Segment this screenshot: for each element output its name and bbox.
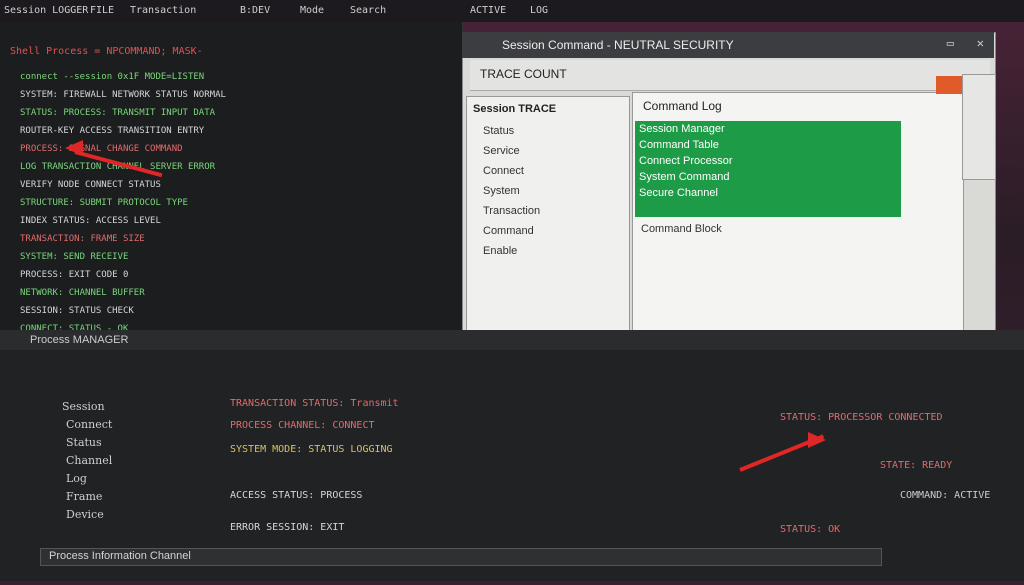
terminal-line: SESSION: STATUS CHECK (20, 306, 134, 316)
sidebar-item[interactable]: System (467, 181, 629, 201)
sidebar-item[interactable]: Enable (467, 241, 629, 261)
terminal-line: ROUTER-KEY ACCESS TRANSITION ENTRY (20, 126, 205, 136)
sidebar-item[interactable]: Command (467, 221, 629, 241)
right-window-titlebar[interactable]: Session Command - NEUTRAL SECURITY ▭ ✕ (462, 32, 994, 58)
lower-footer-bar: Process Information Channel (40, 548, 882, 566)
minimize-icon[interactable]: ▭ (947, 36, 954, 50)
menu-item[interactable]: LOG (530, 5, 548, 16)
right-col-item: STATUS: OK (780, 524, 841, 535)
right-mini-toolbar (962, 74, 996, 180)
terminal-line: PROCESS: EXIT CODE 0 (20, 270, 129, 280)
top-menu-bar: Session LOGGER FILE Transaction B:DEV Mo… (0, 0, 1024, 22)
menu-item[interactable]: Session LOGGER (4, 5, 88, 16)
row-label: Frame (66, 490, 103, 503)
menu-item[interactable]: ACTIVE (470, 5, 506, 16)
lower-header-title: Process MANAGER (30, 334, 129, 346)
menu-item[interactable]: FILE (90, 5, 114, 16)
menu-item[interactable]: Transaction (130, 5, 196, 16)
sidebar-item[interactable]: Connect (467, 161, 629, 181)
menu-item[interactable]: Mode (300, 5, 324, 16)
log-row[interactable]: ACCESS STATUS: PROCESS (230, 490, 362, 501)
terminal-line: VERIFY NODE CONNECT STATUS (20, 180, 161, 190)
list-item[interactable]: Connect Processor (639, 155, 733, 167)
selected-list-block[interactable] (635, 121, 901, 217)
list-item[interactable]: Session Manager (639, 123, 725, 135)
main-header: Command Log (643, 99, 722, 113)
lower-rows: TRANSACTION STATUS: Transmit PROCESS CHA… (230, 398, 790, 558)
terminal-window[interactable]: Shell Process = NPCOMMAND; MASK- connect… (0, 22, 463, 352)
row-label: Status (66, 436, 102, 449)
list-item[interactable]: System Command (639, 171, 729, 183)
lower-panel-header: Process MANAGER (0, 330, 1024, 350)
terminal-line: PROCESS: SIGNAL CHANGE COMMAND (20, 144, 183, 154)
terminal-line: NETWORK: CHANNEL BUFFER (20, 288, 145, 298)
lower-labels: Session Connect Status Channel Log Frame… (40, 382, 170, 527)
terminal-title: Shell Process = NPCOMMAND; MASK- (10, 46, 203, 57)
close-icon[interactable]: ✕ (977, 36, 984, 50)
lower-footer-text: Process Information Channel (49, 550, 191, 562)
annotation-arrowhead (65, 140, 83, 156)
terminal-line: connect --session 0x1F MODE=LISTEN (20, 72, 205, 82)
log-row[interactable]: PROCESS CHANNEL: CONNECT (230, 420, 375, 431)
log-row[interactable]: SYSTEM MODE: STATUS LOGGING (230, 444, 393, 455)
sidebar-item[interactable]: Service (467, 141, 629, 161)
log-row[interactable]: ERROR SESSION: EXIT (230, 522, 344, 533)
row-label: Log (66, 472, 87, 485)
right-window-sidebar: Session TRACE Status Service Connect Sys… (466, 96, 630, 354)
toolbar-subtitle: TRACE COUNT (480, 67, 567, 81)
sidebar-item[interactable]: Transaction (467, 201, 629, 221)
row-label: Channel (66, 454, 113, 467)
row-label: Connect (66, 418, 113, 431)
right-col-item: COMMAND: ACTIVE (900, 490, 991, 501)
terminal-line: TRANSACTION: FRAME SIZE (20, 234, 145, 244)
terminal-line: STRUCTURE: SUBMIT PROTOCOL TYPE (20, 198, 188, 208)
menu-item[interactable]: B:DEV (240, 5, 270, 16)
sidebar-header: Session TRACE (473, 103, 557, 115)
menu-item[interactable]: Search (350, 5, 386, 16)
terminal-line: INDEX STATUS: ACCESS LEVEL (20, 216, 161, 226)
terminal-line: STATUS: PROCESS: TRANSMIT INPUT DATA (20, 108, 216, 118)
row-label: Session (62, 400, 105, 413)
right-window-toolbar: TRACE COUNT (470, 60, 990, 91)
annotation-arrowhead (808, 432, 826, 448)
right-col-item: STATUS: PROCESSOR CONNECTED (780, 412, 943, 423)
sidebar-item[interactable]: Status (467, 121, 629, 141)
log-row[interactable]: TRANSACTION STATUS: Transmit (230, 398, 399, 409)
right-window-title: Session Command - NEUTRAL SECURITY (502, 38, 734, 52)
right-col-item: STATE: READY (880, 460, 953, 471)
red-tab-marker (936, 76, 962, 94)
terminal-line: SYSTEM: FIREWALL NETWORK STATUS NORMAL (20, 90, 226, 100)
main-footer: Command Block (641, 223, 722, 235)
terminal-line: SYSTEM: SEND RECEIVE (20, 252, 129, 262)
list-item[interactable]: Secure Channel (639, 187, 718, 199)
list-item[interactable]: Command Table (639, 139, 719, 151)
row-label: Device (66, 508, 104, 521)
